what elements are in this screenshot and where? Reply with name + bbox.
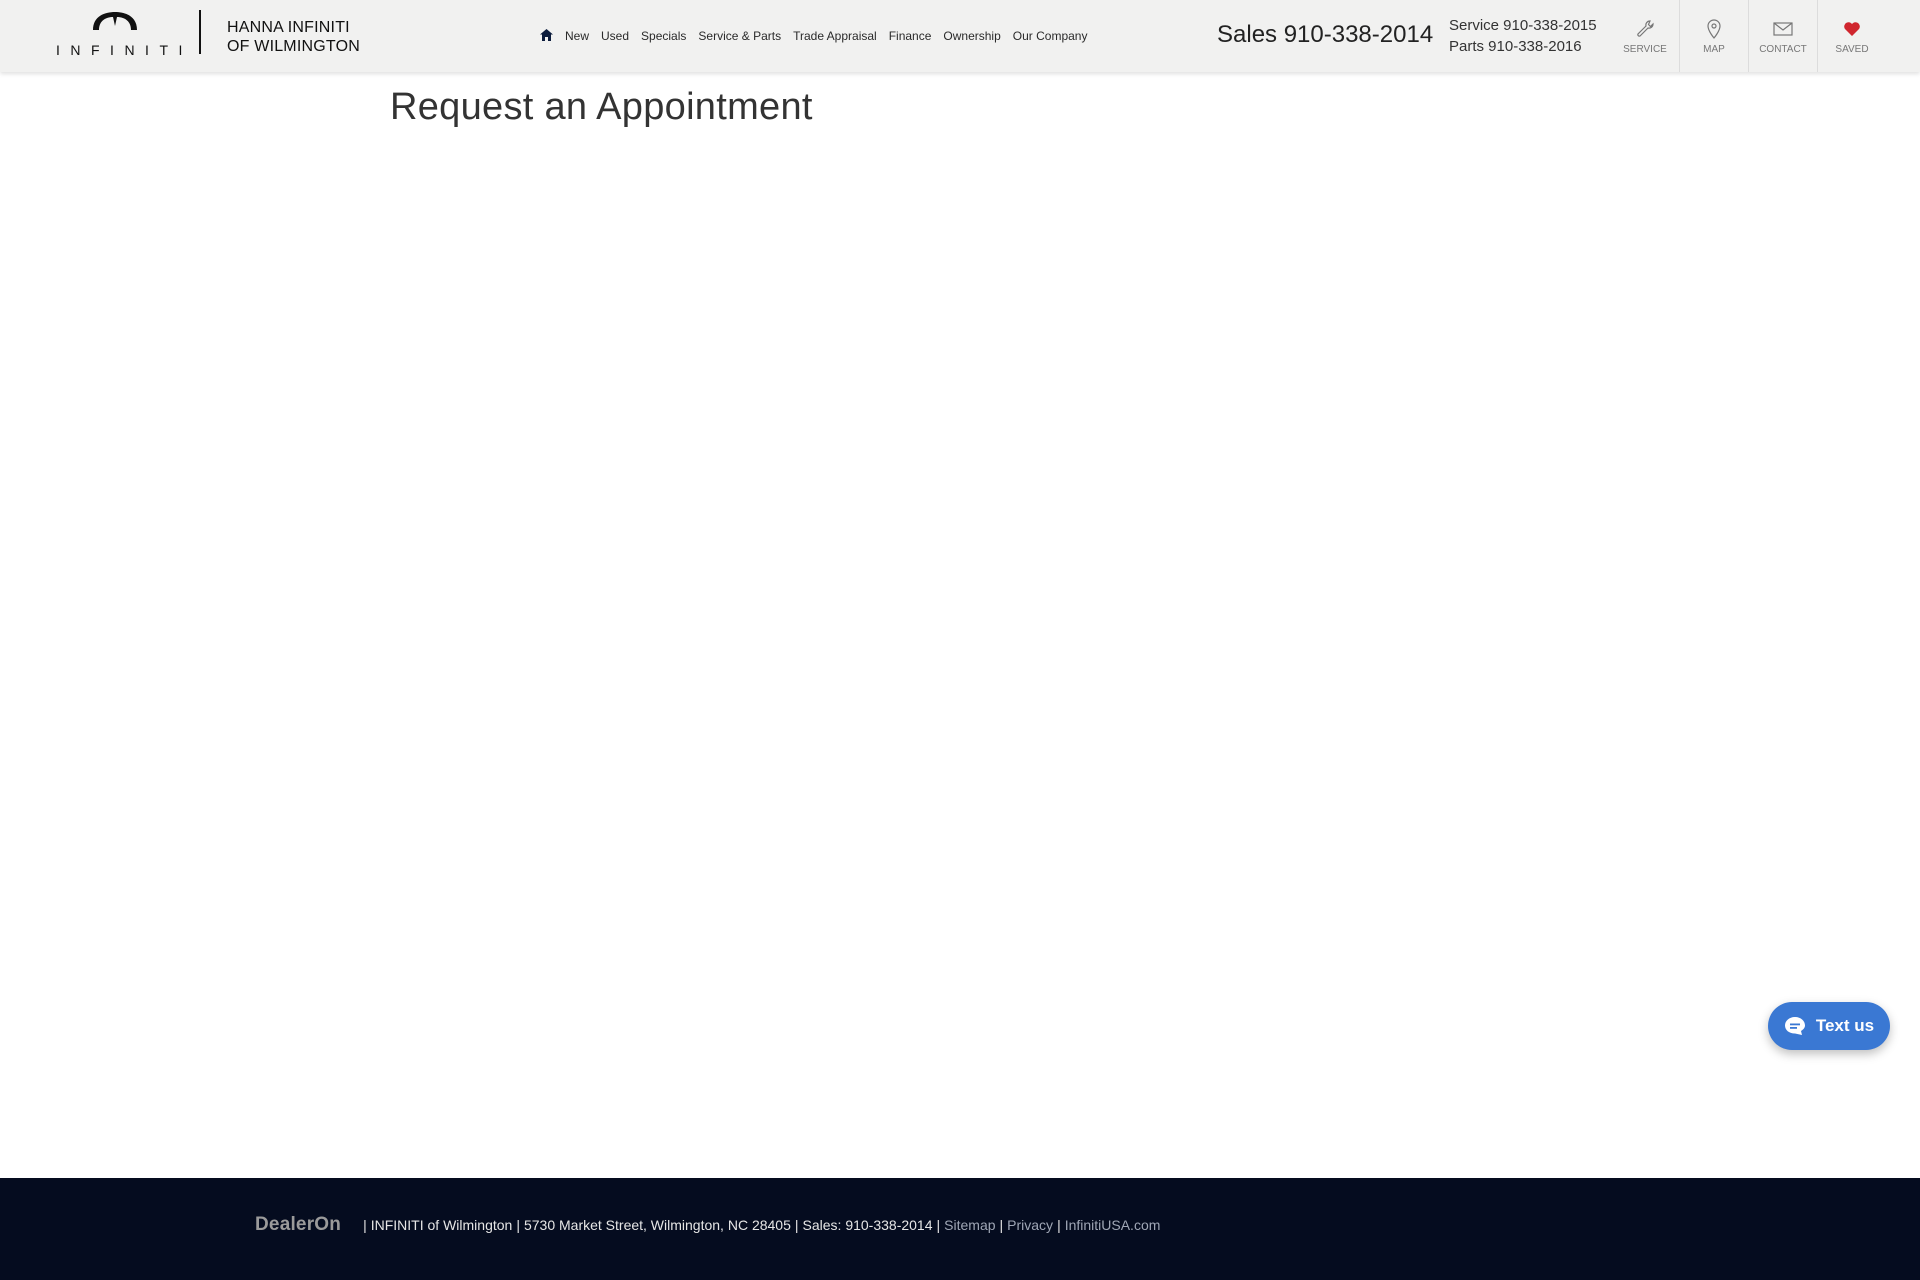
sales-phone[interactable]: Sales 910-338-2014 [1217,21,1433,49]
infiniti-logo[interactable]: INFINITI [56,8,193,58]
dealeron-logo[interactable]: DealerOn [255,1214,341,1236]
dealer-name[interactable]: HANNA INFINITI OF WILMINGTON [227,18,360,56]
footer-separator: | [936,1217,941,1233]
brand-wordmark: INFINITI [56,42,193,58]
infiniti-emblem-icon [93,12,137,30]
quick-link-label: SERVICE [1623,43,1667,55]
text-us-label: Text us [1815,1016,1875,1035]
quick-link-label: CONTACT [1759,43,1807,55]
brand-divider [199,10,201,54]
parts-phone[interactable]: Parts 910-338-2016 [1449,36,1597,57]
footer-separator: | [999,1217,1004,1233]
dealer-name-line2: OF WILMINGTON [227,38,360,55]
service-phone[interactable]: Service 910-338-2015 [1449,15,1597,36]
quick-link-contact[interactable]: CONTACT [1748,0,1817,72]
nav-our-company[interactable]: Our Company [1013,29,1088,43]
site-footer: DealerOn | INFINITI of Wilmington | 5730… [0,1178,1920,1280]
map-pin-icon [1703,18,1725,40]
text-us-button[interactable]: Text us [1768,1002,1890,1050]
department-phones: Service 910-338-2015 Parts 910-338-2016 [1449,15,1597,57]
chat-bubble-icon [1784,1017,1805,1035]
nav-home[interactable] [540,28,553,44]
footer-separator: | [363,1217,367,1233]
nav-ownership[interactable]: Ownership [943,29,1000,43]
nav-trade-appraisal[interactable]: Trade Appraisal [793,29,877,43]
footer-separator: | [516,1217,520,1233]
quick-link-label: MAP [1703,43,1725,55]
home-icon [540,28,553,41]
quick-link-map[interactable]: MAP [1679,0,1748,72]
quick-link-service[interactable]: SERVICE [1611,0,1679,72]
dealer-name-line1: HANNA INFINITI [227,19,350,36]
nav-new[interactable]: New [565,29,589,43]
footer-address: 5730 Market Street, Wilmington, NC 28405 [523,1217,791,1233]
footer-link-privacy[interactable]: Privacy [1007,1217,1053,1233]
page-title: Request an Appointment [390,86,813,128]
nav-used[interactable]: Used [601,29,629,43]
footer-dealer: INFINITI of Wilmington [370,1217,513,1233]
footer-link-infinitiusa[interactable]: InfinitiUSA.com [1065,1217,1161,1233]
main-nav: New Used Specials Service & Parts Trade … [540,28,1087,44]
footer-link-sitemap[interactable]: Sitemap [944,1217,995,1233]
footer-separator: | [794,1217,799,1233]
nav-service-parts[interactable]: Service & Parts [698,29,781,43]
site-header: INFINITI HANNA INFINITI OF WILMINGTON Ne… [0,0,1920,72]
quick-link-label: SAVED [1835,43,1869,55]
quick-link-saved[interactable]: SAVED [1817,0,1886,72]
footer-info: DealerOn | INFINITI of Wilmington | 5730… [255,1214,1160,1236]
wrench-icon [1634,18,1656,40]
nav-specials[interactable]: Specials [641,29,686,43]
footer-sales[interactable]: Sales: 910-338-2014 [803,1217,933,1233]
heart-icon [1841,18,1863,40]
footer-separator: | [1057,1217,1061,1233]
nav-finance[interactable]: Finance [889,29,932,43]
envelope-icon [1772,18,1794,40]
quick-links: SERVICE MAP CONTACT SAVED [1611,0,1886,72]
